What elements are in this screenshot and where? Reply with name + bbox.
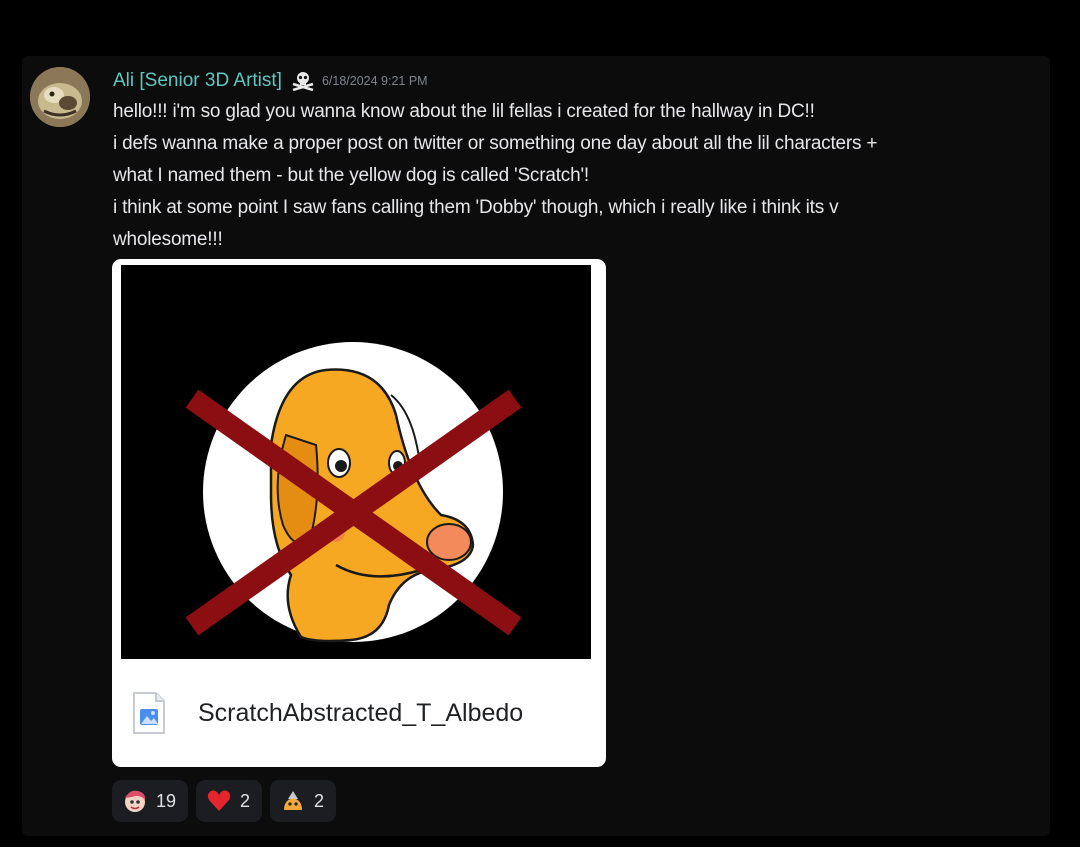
message-line: wholesome!!!: [113, 229, 223, 250]
reaction-creature[interactable]: 2: [270, 780, 337, 822]
message-header: Ali [Senior 3D Artist] 6/18/2024 9:21 PM: [113, 68, 428, 94]
skull-crossbones-icon: [290, 71, 316, 92]
image-attachment[interactable]: ScratchAbstracted_T_Albedo: [112, 259, 606, 767]
attachment-file-name[interactable]: ScratchAbstracted_T_Albedo: [198, 699, 523, 728]
reactions-bar: 19 2 2: [112, 780, 337, 822]
message-timestamp: 6/18/2024 9:21 PM: [321, 74, 428, 88]
reaction-count: 2: [314, 790, 325, 811]
little-creature-emoji: [280, 788, 306, 814]
message-line: what I named them - but the yellow dog i…: [113, 165, 589, 186]
message-line: i defs wanna make a proper post on twitt…: [113, 133, 878, 154]
image-file-icon: [132, 691, 166, 735]
character-face-emoji: [122, 788, 148, 814]
attachment-preview[interactable]: [121, 265, 591, 659]
reaction-heart[interactable]: 2: [196, 780, 263, 822]
avatar-image: [30, 67, 90, 127]
red-heart-emoji: [206, 788, 232, 814]
reaction-count: 2: [240, 790, 251, 811]
message-content: hello!!! i'm so glad you wanna know abou…: [113, 96, 1043, 256]
message-line: hello!!! i'm so glad you wanna know abou…: [113, 101, 815, 122]
reaction-character[interactable]: 19: [112, 780, 189, 822]
attachment-footer: ScratchAbstracted_T_Albedo: [112, 659, 606, 767]
crossed-out-yellow-dog-icon: [121, 265, 591, 659]
message-line: i think at some point I saw fans calling…: [113, 197, 839, 218]
username[interactable]: Ali [Senior 3D Artist]: [113, 70, 282, 92]
avatar[interactable]: [30, 67, 90, 127]
reaction-count: 19: [156, 790, 177, 811]
